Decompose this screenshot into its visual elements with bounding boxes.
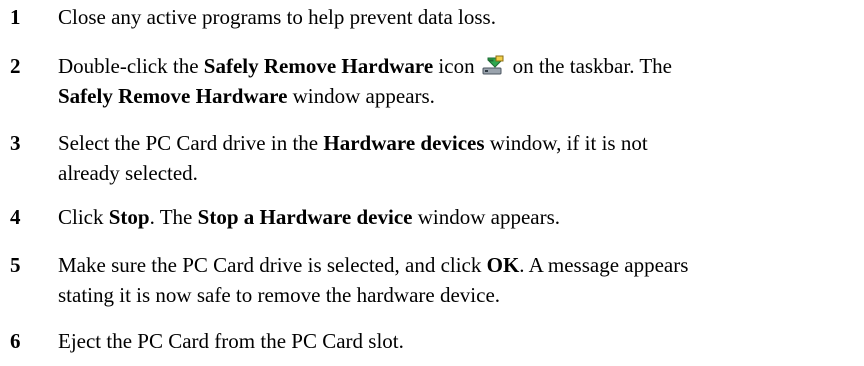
ui-term: Safely Remove Hardware (203, 54, 434, 78)
step-text: Select the PC Card drive in the Hardware… (58, 131, 648, 185)
ui-term: Hardware devices (323, 131, 485, 155)
ui-term: Safely Remove Hardware (58, 84, 288, 108)
ui-term: Stop (108, 205, 150, 229)
step-number: 1 (10, 5, 21, 29)
instruction-document: 1 Close any active programs to help prev… (0, 0, 864, 366)
step-number: 4 (10, 205, 21, 229)
step-number: 6 (10, 329, 21, 353)
step-text: Make sure the PC Card drive is selected,… (58, 253, 689, 307)
step-number: 2 (10, 54, 21, 78)
safely-remove-hardware-icon (481, 55, 507, 77)
ui-term: Stop a Hardware device (197, 205, 413, 229)
step-text: Double-click the Safely Remove Hardware … (58, 54, 672, 108)
step-number: 5 (10, 253, 21, 277)
step-text: Click Stop. The Stop a Hardware device w… (58, 205, 561, 229)
step-text: Eject the PC Card from the PC Card slot. (58, 329, 404, 353)
ui-term: OK (486, 253, 520, 277)
step-number: 3 (10, 131, 21, 155)
step-text: Close any active programs to help preven… (58, 5, 496, 29)
